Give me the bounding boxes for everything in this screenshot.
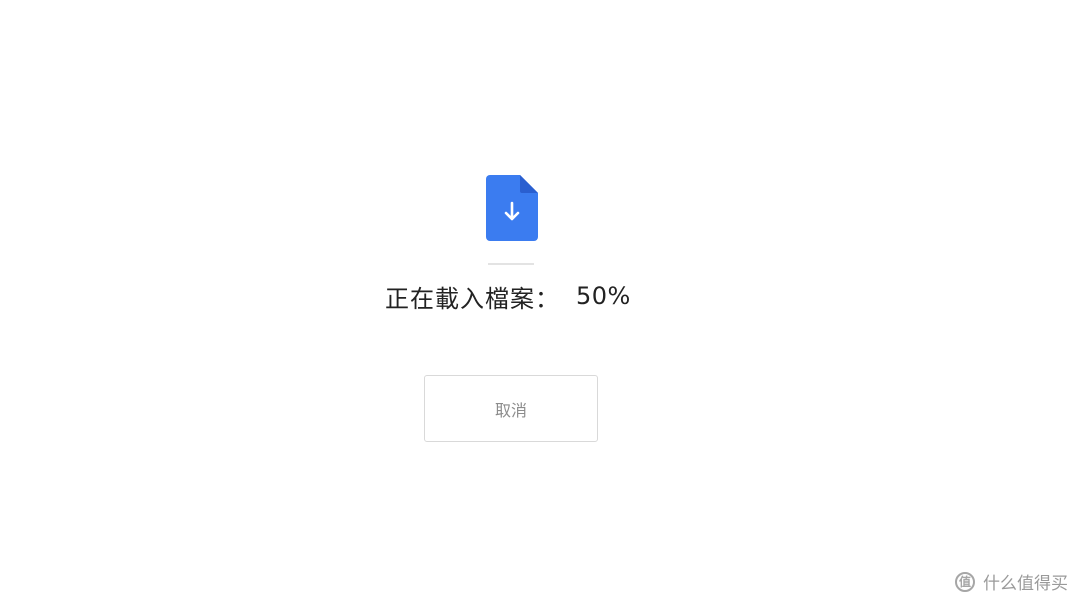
watermark-logo-icon: 值 xyxy=(955,571,975,592)
loading-status: 正在載入檔案： 50% xyxy=(385,279,631,313)
watermark-text: 什么值得买 xyxy=(983,574,1068,594)
loading-status-label: 正在載入檔案： xyxy=(385,284,560,313)
loading-screen: 正在載入檔案： 50% 取消 值 什么值得买 xyxy=(0,0,1080,604)
cancel-button[interactable]: 取消 xyxy=(424,375,598,442)
progress-bar xyxy=(488,263,534,265)
loading-progress-percent: 50% xyxy=(576,282,631,310)
progress-bar-fill xyxy=(488,263,511,265)
file-download-icon xyxy=(486,175,538,241)
watermark: 值 什么值得买 xyxy=(955,569,1068,594)
